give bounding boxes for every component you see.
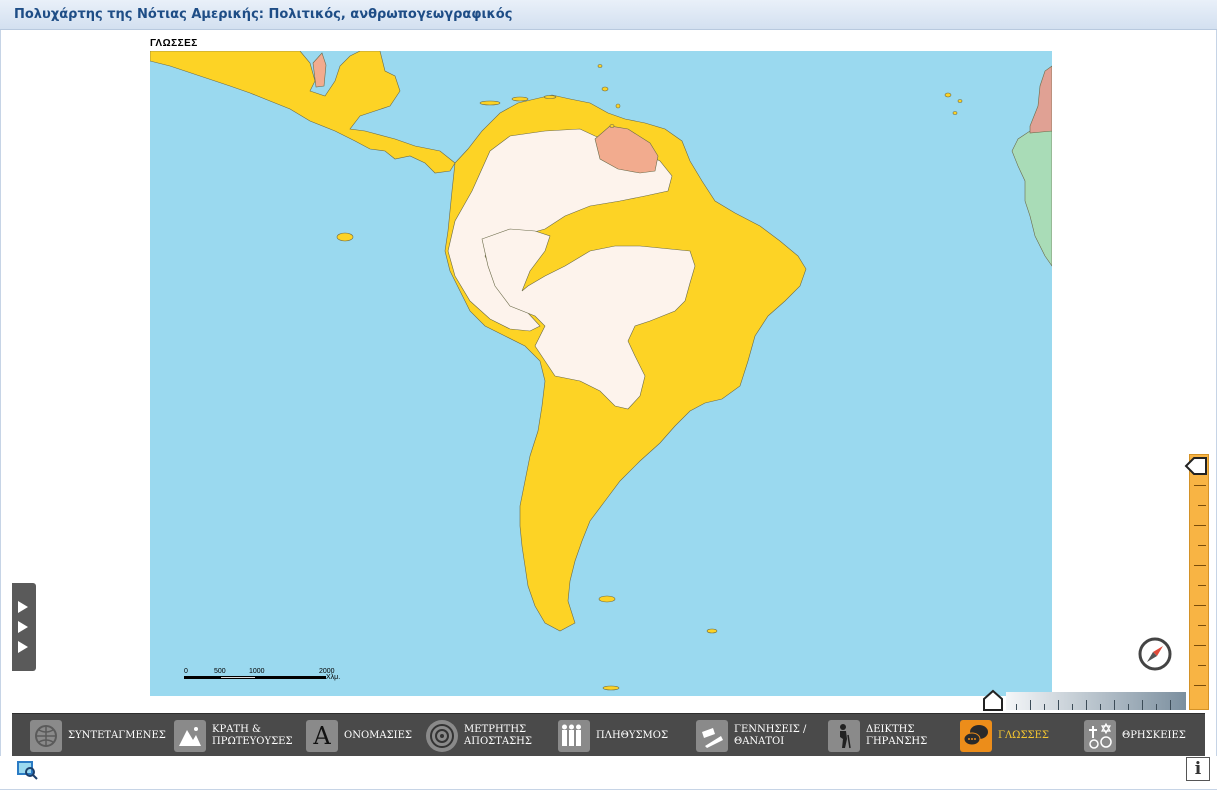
toolbar-item-states-capitals[interactable]: ΚΡΑΤΗ & ΠΡΩΤΕΥΟΥΣΕΣ bbox=[174, 718, 293, 754]
toolbar-item-aging-index[interactable]: ΔΕΙΚΤΗΣ ΓΗΡΑΝΣΗΣ bbox=[828, 718, 927, 754]
info-button[interactable]: i bbox=[1186, 757, 1210, 781]
toolbar-item-population[interactable]: ΠΛΗΘΥΣΜΟΣ bbox=[558, 718, 668, 754]
layer-toolbar: ΣΥΝΤΕΤΑΓΜΕΝΕΣ ΚΡΑΤΗ & ΠΡΩΤΕΥΟΥΣΕΣ A ΟΝΟΜ… bbox=[12, 713, 1205, 756]
scale-segment-1 bbox=[184, 676, 220, 679]
toolbar-label: ΜΕΤΡΗΤΗΣ ΑΠΟΣΤΑΣΗΣ bbox=[464, 724, 532, 747]
toolbar-item-religions[interactable]: ΘΡΗΣΚΕΙΕΣ bbox=[1084, 718, 1186, 754]
toolbar-label: ΔΕΙΚΤΗΣ ΓΗΡΑΝΣΗΣ bbox=[866, 724, 928, 747]
map-search-icon[interactable] bbox=[16, 760, 38, 780]
scale-segment-2 bbox=[220, 676, 256, 679]
opacity-slider-handle[interactable] bbox=[981, 688, 1005, 712]
opacity-slider[interactable] bbox=[1006, 692, 1186, 710]
africa-green-region bbox=[1011, 130, 1052, 267]
zoom-slider[interactable] bbox=[1189, 454, 1209, 710]
atlantic-islands bbox=[944, 92, 963, 115]
toolbar-item-births-deaths[interactable]: ΓΕΝΝΗΣΕΙΣ / ΘΑΝΑΤΟΙ bbox=[696, 718, 806, 754]
religion-symbols-icon bbox=[1084, 720, 1116, 752]
toolbar-label: ΟΝΟΜΑΣΙΕΣ bbox=[344, 730, 412, 741]
toolbar-label: ΚΡΑΤΗ & ΠΡΩΤΕΥΟΥΣΕΣ bbox=[212, 724, 293, 747]
expand-arrow-icon bbox=[18, 601, 28, 613]
people-icon bbox=[558, 720, 590, 752]
speech-bubbles-icon bbox=[960, 720, 992, 752]
expand-arrow-icon bbox=[18, 621, 28, 633]
toolbar-item-names[interactable]: A ΟΝΟΜΑΣΙΕΣ bbox=[306, 718, 412, 754]
globe-icon bbox=[30, 720, 62, 752]
scale-segment-3 bbox=[256, 676, 326, 679]
toolbar-label: ΓΛΩΣΣΕΣ bbox=[998, 730, 1049, 741]
toolbar-label: ΣΥΝΤΕΤΑΓΜΕΝΕΣ bbox=[68, 730, 166, 741]
toolbar-label: ΘΡΗΣΚΕΙΕΣ bbox=[1122, 730, 1186, 741]
africa-pink-region bbox=[1029, 65, 1052, 134]
map-svg bbox=[150, 51, 1052, 691]
side-panel-toggle[interactable] bbox=[12, 583, 36, 671]
galapagos-islands bbox=[336, 232, 354, 242]
falkland-islands bbox=[598, 595, 718, 691]
toolbar-item-distance-meter[interactable]: ΜΕΤΡΗΤΗΣ ΑΠΟΣΤΑΣΗΣ bbox=[426, 718, 532, 754]
toolbar-item-languages[interactable]: ΓΛΩΣΣΕΣ bbox=[960, 718, 1049, 754]
letter-a-icon: A bbox=[306, 720, 338, 752]
status-bar bbox=[0, 756, 1217, 790]
target-icon bbox=[426, 720, 458, 752]
elderly-icon bbox=[828, 720, 860, 752]
toolbar-label: ΓΕΝΝΗΣΕΙΣ / ΘΑΝΑΤΟΙ bbox=[734, 724, 807, 747]
scale-tick-0: 0 bbox=[184, 668, 188, 675]
scale-unit: Χλμ. bbox=[326, 674, 341, 681]
mountains-icon bbox=[174, 720, 206, 752]
scale-tick-1000: 1000 bbox=[249, 668, 265, 675]
map-layer-label: ΓΛΩΣΣΕΣ bbox=[150, 38, 198, 49]
scale-bar: 0 500 1000 2000 Χλμ. bbox=[184, 668, 344, 684]
central-america-land bbox=[150, 51, 456, 174]
cradle-icon bbox=[696, 720, 728, 752]
toolbar-label: ΠΛΗΘΥΣΜΟΣ bbox=[596, 730, 669, 741]
belize-region bbox=[312, 52, 327, 88]
page-title: Πολυχάρτης της Νότιας Αμερικής: Πολιτικό… bbox=[14, 7, 513, 22]
scale-tick-500: 500 bbox=[214, 668, 226, 675]
zoom-slider-handle[interactable] bbox=[1184, 455, 1208, 477]
title-bar: Πολυχάρτης της Νότιας Αμερικής: Πολιτικό… bbox=[0, 0, 1217, 30]
expand-arrow-icon bbox=[18, 641, 28, 653]
map-canvas[interactable] bbox=[150, 51, 1052, 696]
compass-icon[interactable] bbox=[1137, 636, 1173, 672]
toolbar-item-coordinates[interactable]: ΣΥΝΤΕΤΑΓΜΕΝΕΣ bbox=[30, 718, 166, 754]
